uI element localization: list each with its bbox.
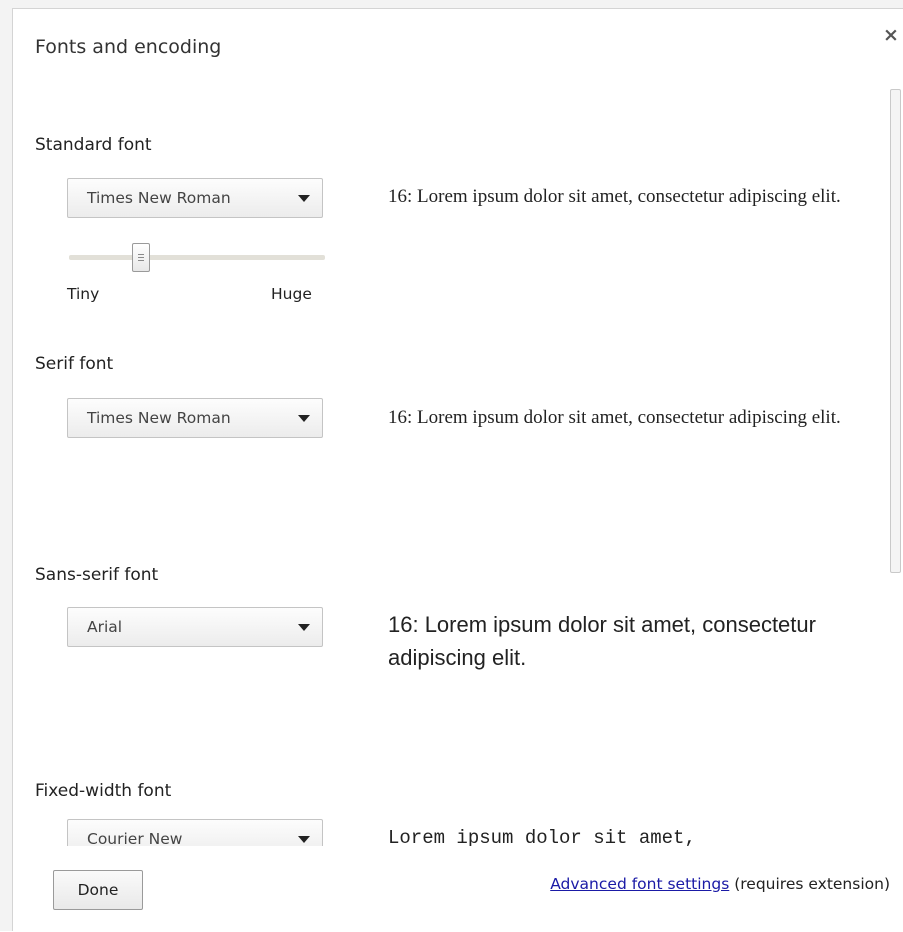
done-button[interactable]: Done [53,870,143,910]
fixed-width-font-select[interactable]: Courier New [67,819,323,846]
sans-serif-font-select[interactable]: Arial [67,607,323,647]
serif-font-selected: Times New Roman [87,409,231,427]
serif-font-label: Serif font [35,354,114,374]
slider-min-label: Tiny [67,285,100,303]
sans-serif-font-sample: 16: Lorem ipsum dolor sit amet, consecte… [388,612,816,670]
serif-font-sample: 16: Lorem ipsum dolor sit amet, consecte… [388,407,841,428]
grip-icon [138,257,144,258]
slider-track [69,255,325,260]
standard-font-select[interactable]: Times New Roman [67,178,323,218]
chevron-down-icon [298,624,310,631]
dialog-content: Standard font Times New Roman 16: Lorem … [13,86,885,846]
chevron-down-icon [298,195,310,202]
chevron-down-icon [298,836,310,843]
dialog-footer: Done Advanced font settings (requires ex… [13,846,903,932]
advanced-settings-note: Advanced font settings (requires extensi… [550,875,890,893]
close-icon[interactable]: × [881,25,901,45]
standard-font-label: Standard font [35,135,152,155]
serif-font-select[interactable]: Times New Roman [67,398,323,438]
backdrop-top-edge [0,0,903,8]
chevron-down-icon [298,415,310,422]
font-size-slider[interactable] [69,243,325,273]
fixed-width-font-sample: Lorem ipsum dolor sit amet, [388,827,696,846]
vertical-scrollbar[interactable] [887,86,903,846]
sans-serif-font-selected: Arial [87,618,123,636]
dialog-title: Fonts and encoding [35,36,222,58]
sans-serif-font-label: Sans-serif font [35,565,159,585]
fixed-width-font-label: Fixed-width font [35,781,172,801]
standard-font-selected: Times New Roman [87,189,231,207]
fixed-width-font-selected: Courier New [87,830,183,846]
fonts-dialog: Fonts and encoding × Standard font Times… [12,8,903,932]
grip-icon [138,260,144,261]
grip-icon [138,254,144,255]
slider-max-label: Huge [271,285,312,303]
scrollbar-thumb[interactable] [890,89,901,573]
backdrop-left-edge [0,0,12,931]
requires-extension-text: (requires extension) [729,875,890,893]
advanced-font-settings-link[interactable]: Advanced font settings [550,875,729,893]
slider-thumb[interactable] [132,243,150,272]
standard-font-sample: 16: Lorem ipsum dolor sit amet, consecte… [388,186,841,207]
